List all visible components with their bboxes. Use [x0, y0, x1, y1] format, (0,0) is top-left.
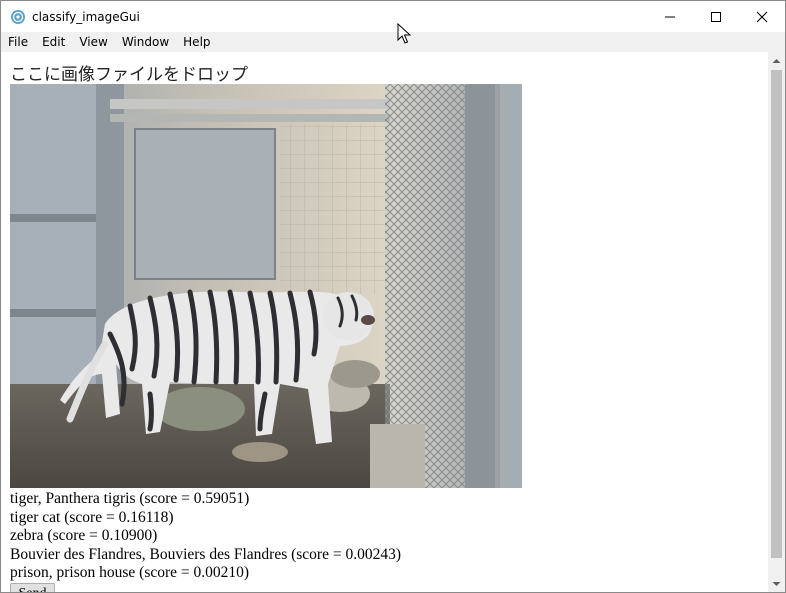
minimize-button[interactable] — [647, 1, 693, 32]
menu-view[interactable]: View — [72, 32, 114, 52]
tiger-photo-image — [10, 84, 522, 488]
window-title: classify_imageGui — [32, 9, 140, 24]
menu-edit[interactable]: Edit — [35, 32, 72, 52]
maximize-icon — [711, 11, 721, 22]
menu-file[interactable]: File — [1, 32, 35, 52]
title-bar[interactable]: classify_imageGui — [1, 1, 785, 32]
result-line: Bouvier des Flandres, Bouviers des Fland… — [10, 545, 402, 563]
tiger-photo — [10, 84, 522, 488]
result-line: tiger, Panthera tigris (score = 0.59051) — [10, 490, 250, 507]
classification-results: tiger, Panthera tigris (score = 0.59051)… — [10, 490, 401, 583]
scroll-up-button[interactable] — [768, 52, 785, 69]
drop-zone-label[interactable]: ここに画像ファイルをドロップ — [10, 60, 248, 85]
menu-help[interactable]: Help — [176, 32, 217, 52]
result-line: zebra (score = 0.10900) — [10, 527, 158, 544]
app-icon — [10, 9, 26, 25]
maximize-button[interactable] — [693, 1, 739, 32]
window-controls — [647, 1, 785, 32]
result-line: prison, prison house (score = 0.00210) — [10, 564, 250, 581]
scroll-up-icon — [772, 58, 781, 63]
minimize-icon — [665, 16, 675, 17]
scroll-thumb[interactable] — [771, 70, 782, 558]
result-line: tiger cat (score = 0.16118) — [10, 508, 174, 526]
menu-window[interactable]: Window — [115, 32, 176, 52]
content-area: ここに画像ファイルをドロップ tiger, Panthera tigris (s… — [1, 52, 768, 592]
menu-bar: File Edit View Window Help — [1, 32, 785, 52]
send-button[interactable]: Send — [10, 583, 55, 592]
app-window: classify_imageGui File Edit View Window … — [0, 0, 786, 593]
vertical-scrollbar[interactable] — [768, 52, 785, 592]
scroll-down-icon — [772, 581, 781, 586]
close-button[interactable] — [739, 1, 785, 32]
close-icon — [756, 11, 768, 22]
scroll-down-button[interactable] — [768, 575, 785, 592]
mouse-cursor-icon — [397, 23, 411, 44]
